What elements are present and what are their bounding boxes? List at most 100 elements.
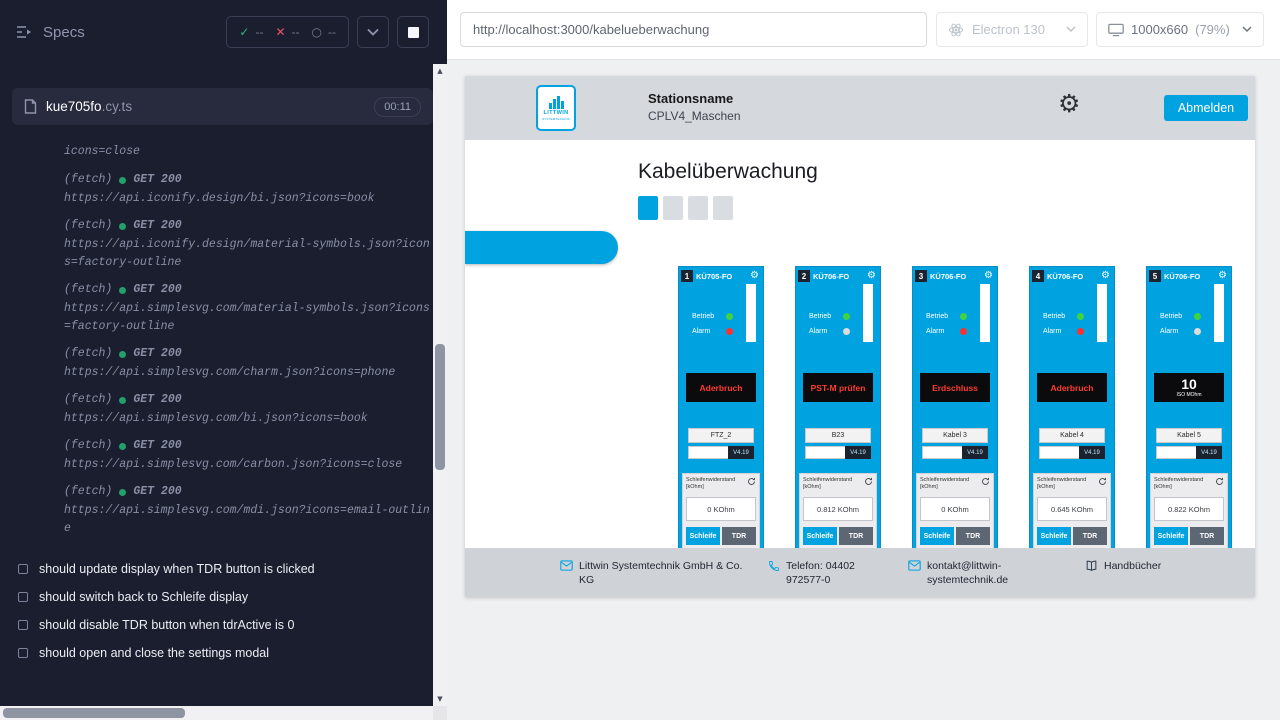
viewport-selector[interactable]: 1000x660 (79%) xyxy=(1096,12,1264,47)
test-row[interactable]: should open and close the settings modal xyxy=(18,639,433,667)
footer-email[interactable]: kontakt@littwin-systemtechnik.de xyxy=(908,559,1012,587)
device-number-badge: 5 xyxy=(1149,270,1161,282)
device-gear-icon[interactable]: ⚙ xyxy=(750,271,759,281)
measurement-label: Schleifenwiderstand [kOhm] xyxy=(1154,477,1215,491)
rack-tab[interactable] xyxy=(638,196,658,220)
mail-icon xyxy=(560,560,573,571)
test-row[interactable]: should disable TDR button when tdrActive… xyxy=(18,611,433,639)
rack-tab[interactable] xyxy=(713,196,733,220)
scroll-up-arrow-icon[interactable]: ▲ xyxy=(433,64,447,78)
measurement-panel: Schleifenwiderstand [kOhm] 0.812 KOhm Sc… xyxy=(799,473,877,559)
spec-file-ext: .cy.ts xyxy=(102,99,133,114)
tdr-button[interactable]: TDR xyxy=(722,527,756,545)
phone-icon xyxy=(768,560,780,572)
status-display: PST-M prüfen xyxy=(803,373,873,402)
horizontal-scrollbar-thumb[interactable] xyxy=(3,708,185,718)
test-box-icon xyxy=(18,592,28,602)
sidebar-nav-item[interactable] xyxy=(465,231,618,264)
betrieb-label: Betrieb xyxy=(926,313,953,320)
test-row[interactable]: should switch back to Schleife display xyxy=(18,583,433,611)
spec-file-bar[interactable]: kue705fo.cy.ts 00:11 xyxy=(12,88,433,125)
vertical-scrollbar[interactable]: ▲ ▼ xyxy=(433,64,447,706)
measurement-panel: Schleifenwiderstand [kOhm] 0 KOhm Schlei… xyxy=(916,473,994,559)
log-entry[interactable]: (fetch) GET 200 https://api.simplesvg.co… xyxy=(64,437,433,474)
horizontal-scrollbar[interactable] xyxy=(0,706,433,720)
specs-label[interactable]: Specs xyxy=(43,24,85,41)
device-number-badge: 3 xyxy=(915,270,927,282)
log-fetch-label: (fetch) xyxy=(64,483,112,501)
tdr-button[interactable]: TDR xyxy=(1190,527,1224,545)
rack-tab[interactable] xyxy=(663,196,683,220)
test-box-icon xyxy=(18,648,28,658)
measurement-value: 0.822 KOhm xyxy=(1154,497,1224,521)
reporter-header: Specs ✓-- ✕-- ○-- xyxy=(0,0,447,64)
log-entry[interactable]: (fetch) GET 200 https://api.iconify.desi… xyxy=(64,217,433,272)
betrieb-led xyxy=(843,313,850,320)
refresh-icon[interactable] xyxy=(1215,477,1224,486)
status-dot-icon xyxy=(119,287,126,294)
log-entry[interactable]: (fetch) GET 200 https://api.simplesvg.co… xyxy=(64,345,433,382)
tdr-button[interactable]: TDR xyxy=(839,527,873,545)
firmware-version: V4.19 xyxy=(845,446,871,459)
device-model: KÜ706-FO xyxy=(1164,272,1200,281)
specs-menu-icon[interactable] xyxy=(16,25,33,39)
cable-name: Kabel 4 xyxy=(1039,428,1105,443)
sidebar-nav-item[interactable] xyxy=(465,182,618,226)
alarm-label: Alarm xyxy=(1043,328,1070,335)
refresh-icon[interactable] xyxy=(1098,477,1107,486)
measurement-label: Schleifenwiderstand [kOhm] xyxy=(1037,477,1098,491)
schleife-button[interactable]: Schleife xyxy=(1154,527,1188,545)
browser-name: Electron 130 xyxy=(972,22,1045,37)
schleife-button[interactable]: Schleife xyxy=(1037,527,1071,545)
refresh-icon[interactable] xyxy=(981,477,990,486)
test-row[interactable]: should update display when TDR button is… xyxy=(18,555,433,583)
device-gear-icon[interactable]: ⚙ xyxy=(1218,271,1227,281)
refresh-icon[interactable] xyxy=(747,477,756,486)
log-entry[interactable]: (fetch) GET 200 https://api.simplesvg.co… xyxy=(64,391,433,428)
refresh-icon[interactable] xyxy=(864,477,873,486)
measurement-value: 0.645 KOhm xyxy=(1037,497,1107,521)
log-fetch-label: (fetch) xyxy=(64,391,112,409)
schleife-button[interactable]: Schleife xyxy=(920,527,954,545)
schleife-button[interactable]: Schleife xyxy=(803,527,837,545)
status-dot-icon xyxy=(119,177,126,184)
device-model: KÜ706-FO xyxy=(813,272,849,281)
betrieb-led xyxy=(1077,313,1084,320)
log-entry[interactable]: (fetch) GET 200 https://api.simplesvg.co… xyxy=(64,281,433,336)
log-url: https://api.iconify.design/bi.json?icons… xyxy=(64,190,433,208)
device-card: 1 KÜ705-FO ⚙ Betrieb xyxy=(678,266,764,566)
log-entry[interactable]: (fetch) GET 200 https://api.simplesvg.co… xyxy=(64,483,433,538)
scroll-down-arrow-icon[interactable]: ▼ xyxy=(433,692,447,706)
browser-selector[interactable]: Electron 130 xyxy=(936,12,1088,47)
device-gear-icon[interactable]: ⚙ xyxy=(984,271,993,281)
sidebar-nav-item[interactable] xyxy=(465,270,618,314)
device-gear-icon[interactable]: ⚙ xyxy=(1101,271,1110,281)
sidebar-nav-item[interactable] xyxy=(465,314,618,358)
tdr-button[interactable]: TDR xyxy=(956,527,990,545)
device-model: KÜ706-FO xyxy=(930,272,966,281)
collapse-chevron-button[interactable] xyxy=(357,16,389,48)
alarm-led xyxy=(1194,328,1201,335)
device-gear-icon[interactable]: ⚙ xyxy=(867,271,876,281)
test-box-icon xyxy=(18,620,28,630)
stop-tests-button[interactable] xyxy=(397,16,429,48)
schleife-button[interactable]: Schleife xyxy=(686,527,720,545)
betrieb-led xyxy=(960,313,967,320)
stat-failed: ✕-- xyxy=(275,25,299,39)
log-url: https://api.simplesvg.com/mdi.json?icons… xyxy=(64,502,433,538)
log-entry[interactable]: (fetch) GET 200 https://api.iconify.desi… xyxy=(64,171,433,208)
footer-manuals[interactable]: Handbücher xyxy=(1085,559,1215,573)
tdr-button[interactable]: TDR xyxy=(1073,527,1107,545)
viewport-size: 1000x660 xyxy=(1131,22,1188,37)
settings-gear-icon[interactable]: ⚙ xyxy=(1058,91,1080,116)
url-input[interactable] xyxy=(460,12,927,47)
rack-tab[interactable] xyxy=(688,196,708,220)
stat-passed: ✓-- xyxy=(239,25,263,39)
vertical-scrollbar-thumb[interactable] xyxy=(435,344,445,470)
browser-url-bar: Electron 130 1000x660 (79%) xyxy=(447,0,1280,60)
cable-name: B23 xyxy=(805,428,871,443)
electron-icon xyxy=(948,22,964,38)
app-sidebar xyxy=(465,140,618,548)
logout-button[interactable]: Abmelden xyxy=(1164,95,1248,121)
log-status: GET 200 xyxy=(133,437,181,455)
